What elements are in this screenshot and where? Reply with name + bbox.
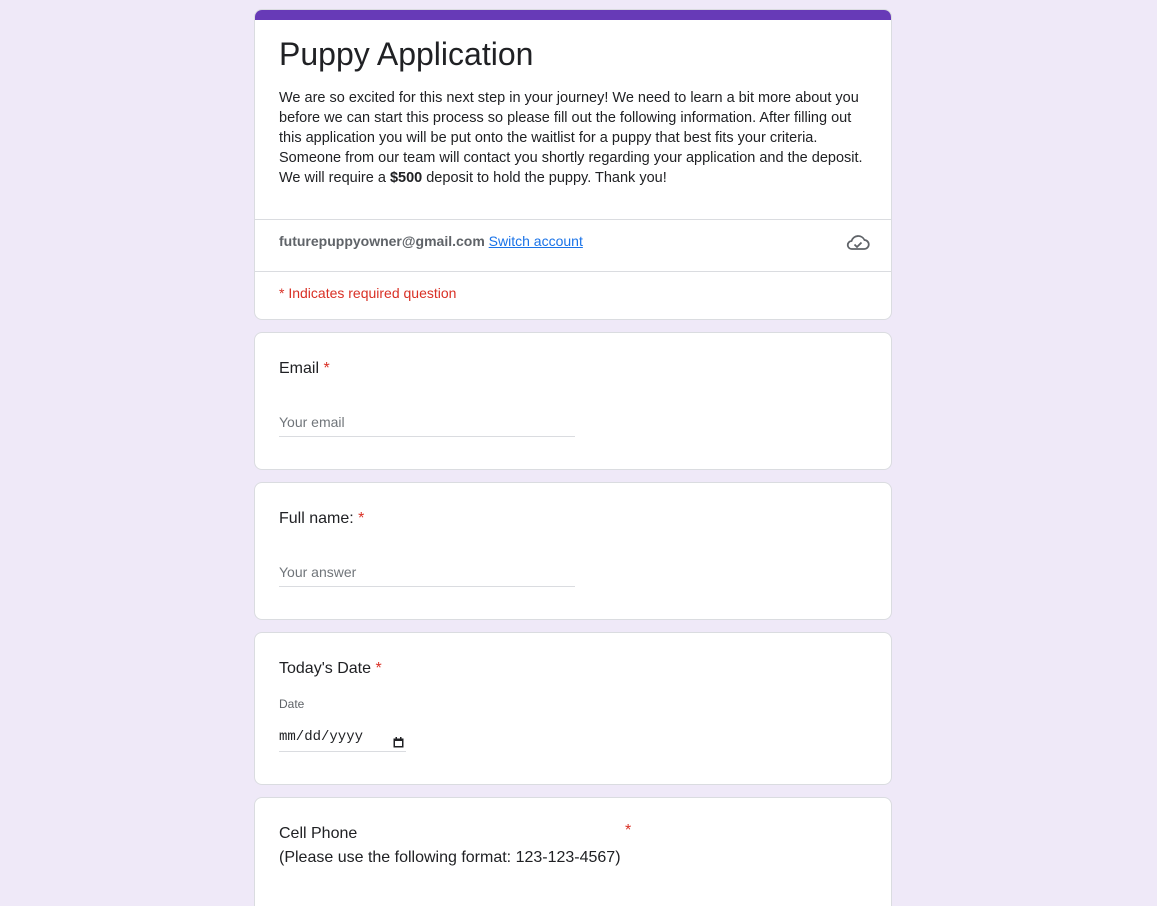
- date-placeholder: mm/dd/yyyy: [279, 729, 364, 745]
- description-text-2: deposit to hold the puppy. Thank you!: [422, 170, 667, 186]
- date-sub-label: Date: [279, 697, 305, 711]
- question-title: Full name: *: [279, 507, 364, 531]
- question-format-hint: (Please use the following format: 123-12…: [279, 849, 621, 866]
- switch-account-link[interactable]: Switch account: [489, 233, 583, 249]
- question-label: Cell Phone: [279, 825, 358, 842]
- form-title: Puppy Application: [279, 36, 534, 72]
- required-asterisk: *: [358, 510, 365, 527]
- question-title: Cell Phone (Please use the following for…: [279, 822, 699, 870]
- full-name-input[interactable]: [279, 558, 575, 587]
- question-title: Email *: [279, 357, 330, 381]
- header-accent-bar: [255, 10, 891, 20]
- form-page: Puppy Application We are so excited for …: [0, 0, 1157, 906]
- date-input[interactable]: mm/dd/yyyy: [279, 723, 406, 752]
- question-label: Full name:: [279, 510, 354, 527]
- account-email: futurepuppyowner@gmail.com: [279, 233, 485, 249]
- cloud-check-icon: [845, 232, 871, 254]
- divider: [255, 271, 891, 272]
- form-header-card: Puppy Application We are so excited for …: [254, 9, 892, 320]
- question-label: Today's Date: [279, 660, 371, 677]
- question-title: Today's Date *: [279, 657, 382, 681]
- form-description: We are so excited for this next step in …: [279, 88, 871, 188]
- required-note: * Indicates required question: [279, 285, 457, 301]
- calendar-icon[interactable]: [393, 731, 404, 748]
- question-full-name-card: Full name: *: [254, 482, 892, 620]
- question-label: Email: [279, 360, 320, 377]
- account-row: futurepuppyowner@gmail.com Switch accoun…: [279, 231, 583, 251]
- required-asterisk: *: [323, 360, 330, 377]
- required-asterisk: *: [375, 660, 382, 677]
- question-email-card: Email *: [254, 332, 892, 470]
- question-date-card: Today's Date * Date mm/dd/yyyy: [254, 632, 892, 785]
- question-cell-phone-card: Cell Phone (Please use the following for…: [254, 797, 892, 906]
- required-asterisk: *: [625, 822, 632, 839]
- deposit-amount: $500: [389, 170, 423, 186]
- divider: [255, 219, 891, 220]
- email-input[interactable]: [279, 408, 575, 437]
